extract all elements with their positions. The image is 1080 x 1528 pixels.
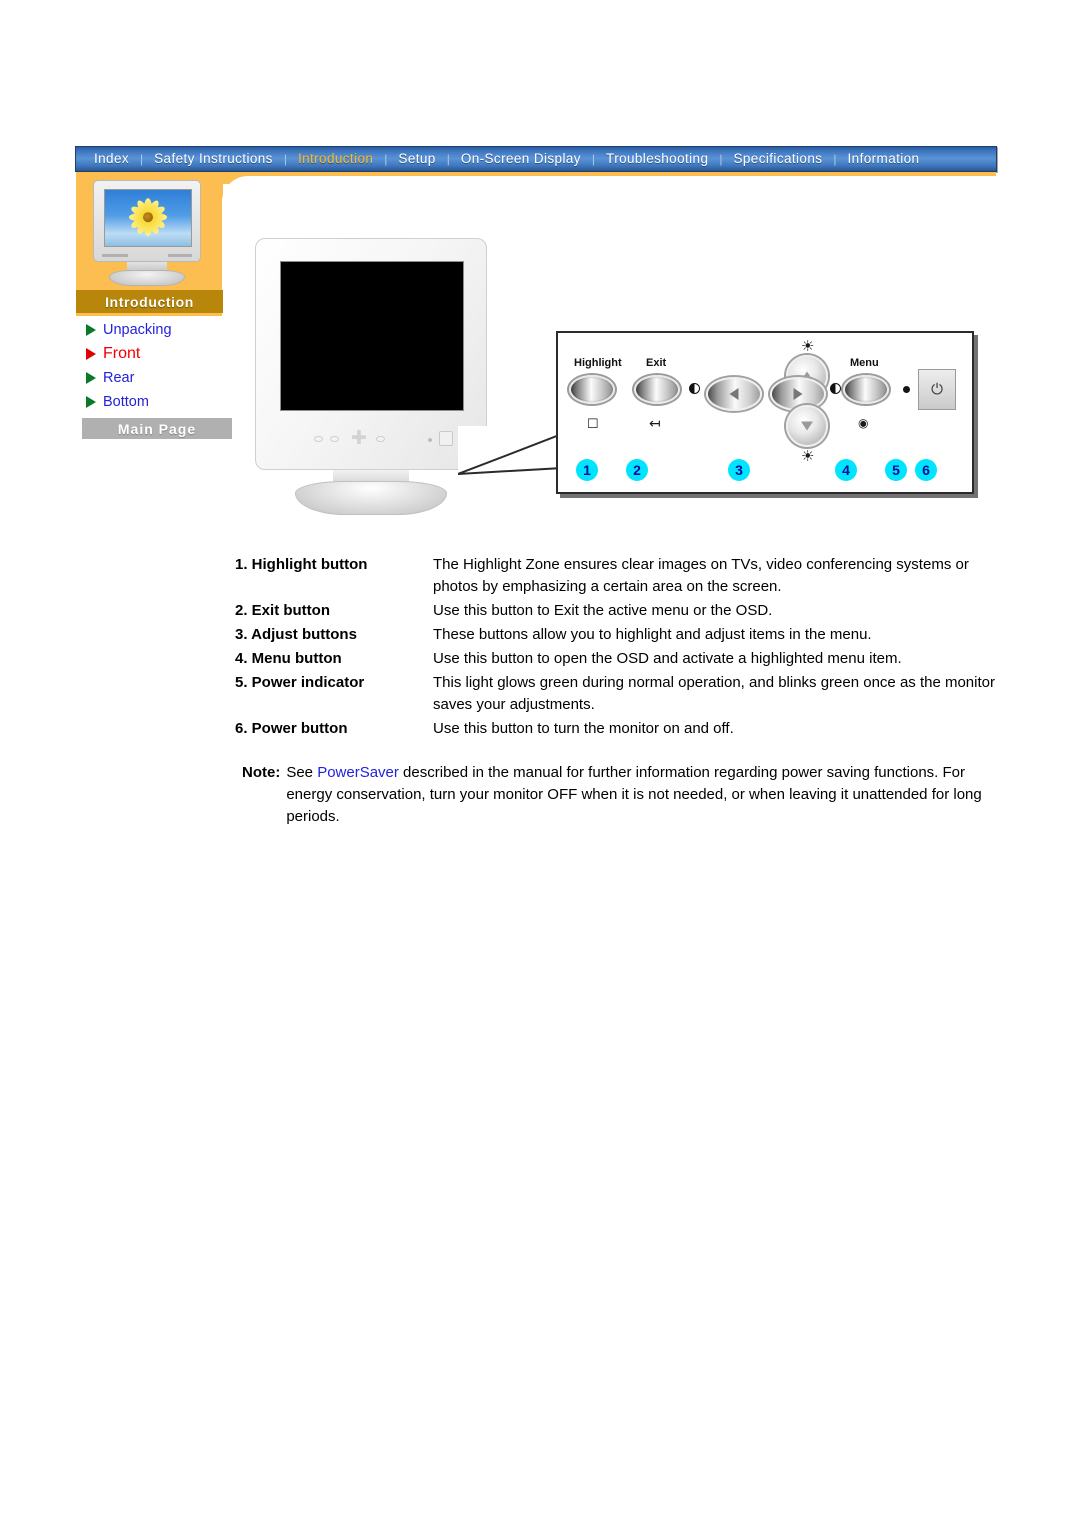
nav-item-introduction[interactable]: Introduction (288, 147, 383, 171)
description-term: 1. Highlight button (235, 556, 368, 573)
sidebar-item-unpacking[interactable]: Unpacking (82, 318, 224, 342)
button-description-list: 1. Highlight button The Highlight Zone en… (235, 554, 995, 742)
monitor-front-controls: ✚ (280, 427, 464, 449)
triangle-right-icon (86, 396, 96, 408)
monitor-case: ✚ (255, 238, 487, 470)
menu-button[interactable] (843, 375, 889, 404)
brightness-up-icon: ☀ (801, 338, 815, 355)
exit-button-label: Exit (646, 357, 667, 369)
chevron-right-icon (793, 388, 803, 400)
sidebar-item-label: Front (103, 345, 141, 362)
brand-mark-left (102, 254, 128, 257)
control-panel-detail: Highlight ☐ Exit ↤ ☀ ☀ Menu ◉ ⏻ 1 2 3 4 … (556, 331, 974, 494)
description-text: Use this button to turn the monitor on a… (433, 720, 734, 737)
exit-button[interactable] (634, 375, 680, 404)
nav-item-specifications[interactable]: Specifications (724, 147, 833, 171)
description-term: 6. Power button (235, 720, 348, 737)
badge-6: 6 (915, 459, 937, 481)
description-text: These buttons allow you to highlight and… (433, 626, 872, 643)
sidebar-section-title: Introduction (76, 290, 223, 313)
powersaver-link[interactable]: PowerSaver (317, 764, 399, 781)
power-button[interactable]: ⏻ (918, 369, 956, 410)
highlight-button-label: Highlight (574, 357, 622, 369)
description-text: The Highlight Zone ensures clear images … (433, 556, 969, 595)
sidebar-item-label: Rear (103, 370, 135, 386)
nav-item-index[interactable]: Index (84, 147, 139, 171)
front-power-button (439, 431, 453, 446)
nav-item-on-screen-display[interactable]: On-Screen Display (451, 147, 591, 171)
sidebar-link-list: Unpacking Front Rear Bottom (82, 318, 224, 414)
chevron-down-icon (801, 421, 813, 431)
highlight-zone-icon: ☐ (587, 416, 599, 431)
front-button-4 (376, 436, 385, 442)
description-term: 2. Exit button (235, 602, 330, 619)
triangle-right-icon (86, 348, 96, 360)
top-navigation: Index | Safety Instructions | Introduction | S… (75, 146, 997, 172)
sidebar-item-label: Bottom (103, 394, 149, 410)
nav-item-information[interactable]: Information (838, 147, 930, 171)
note-block: Note: See PowerSaver described in the ma… (242, 762, 994, 828)
note-label: Note: (242, 764, 281, 781)
front-panel-figure: ✚ Highlight ☐ Exit ↤ ☀ ☀ Menu ◉ ⏻ 1 2 3 … (240, 228, 985, 538)
nav-item-setup[interactable]: Setup (388, 147, 445, 171)
sunflower-icon (128, 197, 168, 237)
triangle-right-icon (86, 324, 96, 336)
description-row: 6. Power button Use this button to turn t… (235, 718, 995, 740)
thumbnail-monitor-screen (104, 189, 192, 247)
callout-wedge (458, 426, 568, 496)
badge-4: 4 (835, 459, 857, 481)
badge-2: 2 (626, 459, 648, 481)
description-text: This light glows green during normal ope… (433, 674, 995, 713)
highlight-button[interactable] (569, 375, 615, 404)
badge-5: 5 (885, 459, 907, 481)
brightness-down-icon: ☀ (801, 448, 815, 465)
power-indicator (903, 386, 910, 393)
description-text: Use this button to Exit the active menu … (433, 602, 773, 619)
contrast-icon-right (830, 383, 841, 394)
front-button-1 (314, 436, 323, 442)
contrast-icon-left (689, 383, 700, 394)
thumbnail-monitor-base (109, 270, 185, 286)
exit-door-icon: ↤ (649, 415, 661, 431)
adjust-left-button[interactable] (706, 377, 762, 411)
description-term: 4. Menu button (235, 650, 342, 667)
note-text: See PowerSaver described in the manual f… (286, 762, 994, 828)
front-button-2 (330, 436, 339, 442)
chevron-left-icon (729, 388, 739, 400)
description-row: 5. Power indicator This light glows green… (235, 672, 995, 716)
description-term: 3. Adjust buttons (235, 626, 357, 643)
main-page-button[interactable]: Main Page (82, 418, 232, 439)
sidebar-item-label: Unpacking (103, 322, 172, 338)
triangle-right-icon (86, 372, 96, 384)
description-term: 5. Power indicator (235, 674, 365, 691)
sidebar-item-rear[interactable]: Rear (82, 366, 224, 390)
badge-3: 3 (728, 459, 750, 481)
navigation-bar: Index | Safety Instructions | Introduction | S… (75, 146, 997, 172)
sidebar-item-bottom[interactable]: Bottom (82, 390, 224, 414)
monitor-screen (280, 261, 464, 411)
description-row: 1. Highlight button The Highlight Zone en… (235, 554, 995, 598)
monitor-thumbnail-image (89, 180, 205, 286)
badge-1: 1 (576, 459, 598, 481)
callout-shape (458, 432, 563, 475)
direction-pad-icon: ✚ (351, 428, 367, 449)
manual-page: Index | Safety Instructions | Introduction | S… (0, 0, 1080, 1528)
brand-mark-right (168, 254, 192, 257)
adjust-down-button[interactable] (786, 405, 828, 447)
monitor-base (295, 481, 447, 515)
thumbnail-monitor-body (93, 180, 201, 262)
description-row: 3. Adjust buttons These buttons allow you… (235, 624, 995, 646)
note-text-before: See (286, 764, 318, 781)
menu-button-label: Menu (850, 357, 879, 369)
menu-osd-icon: ◉ (858, 416, 869, 430)
sidebar-item-front[interactable]: Front (82, 342, 224, 366)
nav-item-troubleshooting[interactable]: Troubleshooting (596, 147, 718, 171)
sunflower-core (143, 212, 153, 223)
description-row: 2. Exit button Use this button to Exit th… (235, 600, 995, 622)
nav-item-safety-instructions[interactable]: Safety Instructions (144, 147, 283, 171)
description-row: 4. Menu button Use this button to open th… (235, 648, 995, 670)
description-text: Use this button to open the OSD and acti… (433, 650, 902, 667)
power-indicator-led (428, 438, 432, 442)
